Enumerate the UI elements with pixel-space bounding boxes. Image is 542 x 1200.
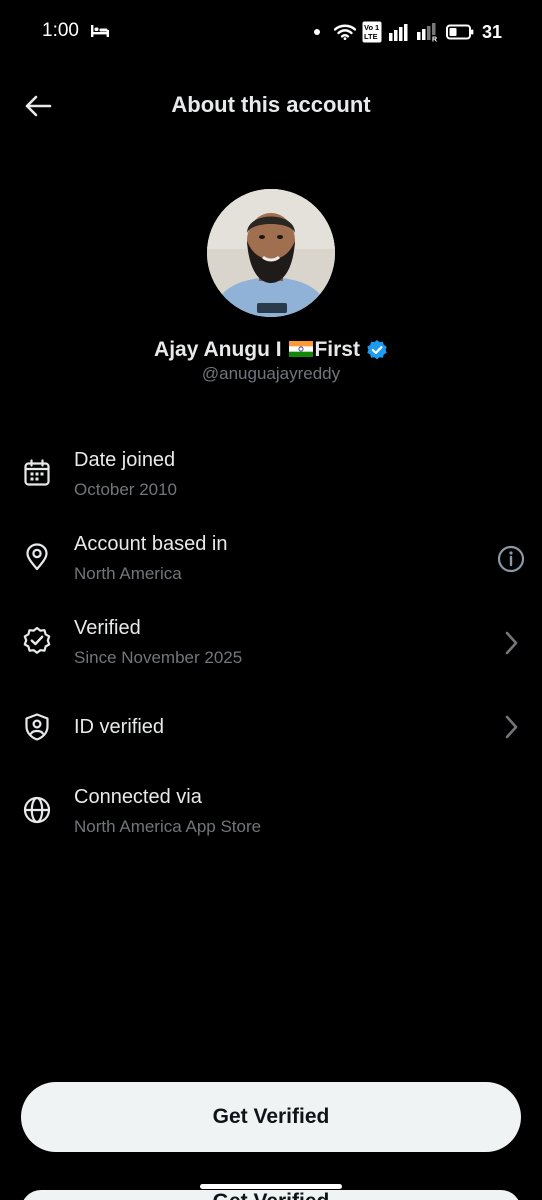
info-button[interactable] <box>496 544 526 574</box>
info-subtitle: Since November 2025 <box>74 648 243 667</box>
battery-icon <box>445 24 474 40</box>
profile-name: Ajay Anugu I First <box>154 338 360 362</box>
info-account-based-in: Account based in North America <box>0 524 542 594</box>
profile-name-prefix: Ajay Anugu I <box>154 338 288 361</box>
profile-name-row: Ajay Anugu I First <box>0 338 542 362</box>
volte-icon: Vo 1 LTE <box>362 21 382 43</box>
home-indicator[interactable] <box>200 1184 342 1189</box>
chevron-right-icon <box>505 715 518 739</box>
status-time: 1:00 <box>42 20 79 41</box>
get-verified-button-shadow: Get Verified <box>21 1190 521 1200</box>
info-date-joined: Date joined October 2010 <box>0 440 542 510</box>
info-title: ID verified <box>74 716 165 738</box>
notification-dot-icon <box>313 29 320 35</box>
wifi-icon <box>333 24 356 40</box>
header: About this account <box>0 76 542 136</box>
profile-name-suffix: First <box>314 338 360 361</box>
profile-handle: @anuguajayreddy <box>201 364 341 383</box>
page-title: About this account <box>171 92 371 117</box>
battery-level: 31 <box>481 21 502 42</box>
verified-outline-icon <box>23 626 51 654</box>
location-pin-icon <box>26 543 48 571</box>
chevron-right-button[interactable] <box>496 712 526 742</box>
profile-photo <box>207 189 335 317</box>
info-id-verified[interactable]: ID verified <box>0 692 542 762</box>
info-title: Date joined <box>74 449 176 471</box>
svg-text:R: R <box>432 37 437 43</box>
get-verified-shadow-label: Get Verified <box>21 1190 521 1200</box>
signal-roaming-icon: R <box>416 23 437 43</box>
info-icon <box>497 545 525 573</box>
status-icons: Vo 1 LTE R 31 <box>313 18 502 46</box>
info-title: Connected via <box>74 786 202 808</box>
svg-text:LTE: LTE <box>364 32 378 41</box>
id-shield-icon <box>25 713 49 741</box>
globe-icon <box>23 796 51 824</box>
india-flag-icon <box>289 340 314 357</box>
chevron-right-button[interactable] <box>496 628 526 658</box>
info-connected-via: Connected via North America App Store <box>0 777 542 847</box>
bed-icon <box>91 25 109 37</box>
chevron-right-icon <box>505 631 518 655</box>
info-subtitle: October 2010 <box>74 480 178 499</box>
verified-badge-icon[interactable] <box>366 339 388 361</box>
calendar-icon <box>24 459 50 486</box>
status-bar: 1:00 Vo 1 LTE R 31 <box>0 0 542 62</box>
info-subtitle: North America App Store <box>74 817 262 836</box>
svg-text:Vo: Vo <box>364 23 373 32</box>
info-title: Verified <box>74 617 141 639</box>
svg-text:1: 1 <box>375 23 379 32</box>
info-subtitle: North America <box>74 564 182 583</box>
signal-icon <box>388 24 408 41</box>
get-verified-button[interactable]: Get Verified <box>21 1082 521 1152</box>
info-verified[interactable]: Verified Since November 2025 <box>0 608 542 678</box>
avatar <box>207 189 335 317</box>
info-title: Account based in <box>74 533 228 555</box>
